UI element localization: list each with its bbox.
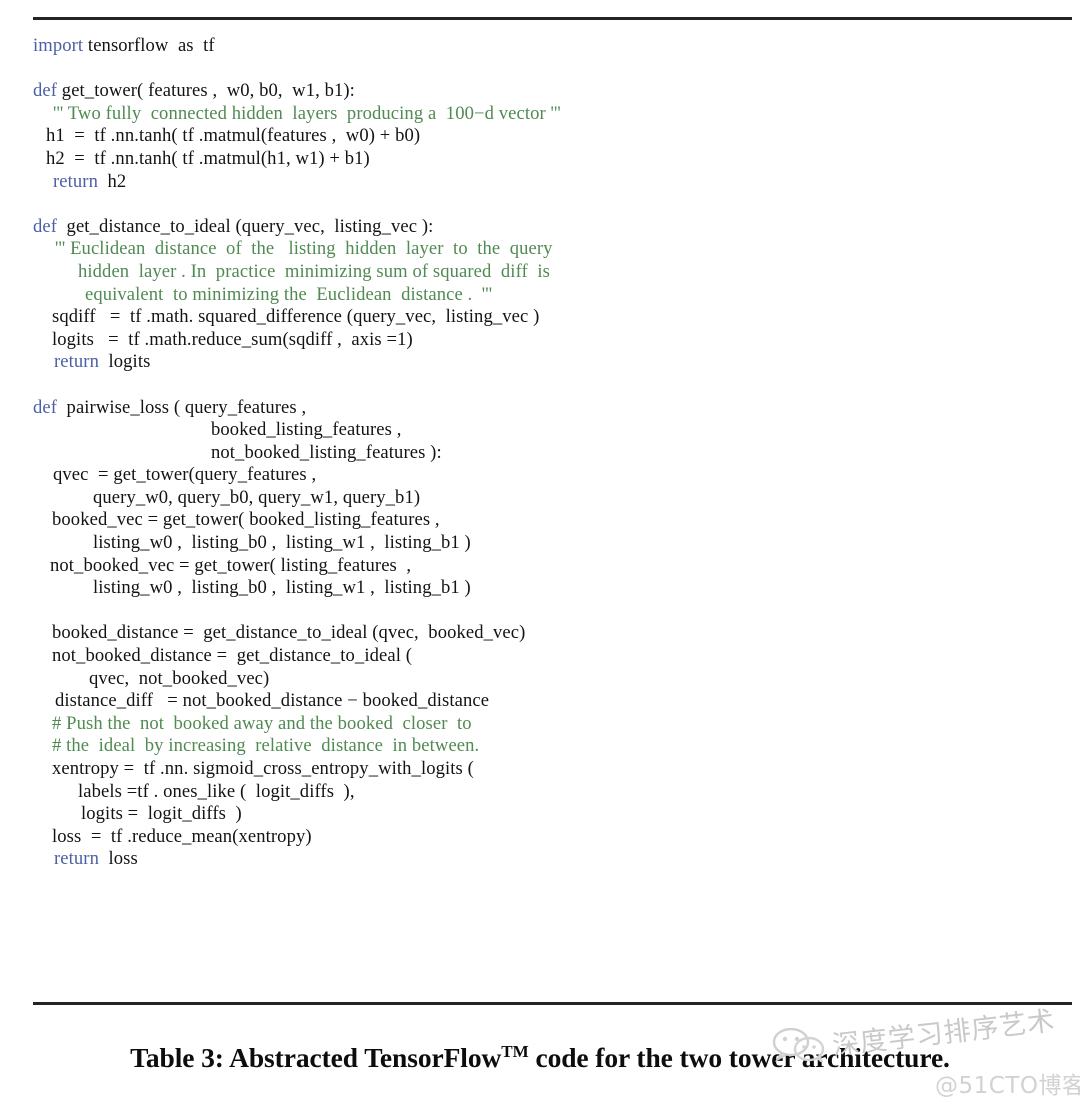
code-line: qvec = get_tower(query_features , xyxy=(33,464,1033,487)
caption-prefix: Table 3: Abstracted TensorFlow xyxy=(130,1042,502,1074)
code-token-txt: booked_vec = get_tower( booked_listing_f… xyxy=(52,509,440,531)
code-token-txt: loss = tf .reduce_mean(xentropy) xyxy=(52,825,312,847)
code-token-kw: import xyxy=(33,35,84,56)
code-line: # Push the not booked away and the booke… xyxy=(33,713,1033,736)
code-token-txt: tensorflow as tf xyxy=(83,35,215,56)
code-token-txt: pairwise_loss ( query_features , xyxy=(57,396,307,418)
code-line: h2 = tf .nn.tanh( tf .matmul(h1, w1) + b… xyxy=(33,148,1033,171)
code-line: booked_distance = get_distance_to_ideal … xyxy=(33,622,1033,645)
code-token-txt: logits = logit_diffs ) xyxy=(81,803,242,825)
code-token-txt: get_tower( features , w0, b0, w1, b1): xyxy=(57,80,355,102)
code-line: not_booked_distance = get_distance_to_id… xyxy=(33,645,1033,668)
table-top-rule xyxy=(33,17,1072,20)
code-token-txt: not_booked_vec = get_tower( listing_feat… xyxy=(50,554,412,576)
code-line: labels =tf . ones_like ( logit_diffs ), xyxy=(33,781,1033,804)
caption-suffix: code for the two tower architecture. xyxy=(528,1042,950,1074)
code-token-txt: sqdiff = tf .math. squared_difference (q… xyxy=(52,306,540,328)
code-line: xentropy = tf .nn. sigmoid_cross_entropy… xyxy=(33,758,1033,781)
code-token-txt: distance_diff = not_booked_distance − bo… xyxy=(55,690,490,712)
code-line: ''' Euclidean distance of the listing hi… xyxy=(33,238,1033,261)
code-token-kw: return xyxy=(54,848,99,870)
code-token-cmt: equivalent to minimizing the Euclidean d… xyxy=(85,283,493,305)
code-line: query_w0, query_b0, query_w1, query_b1) xyxy=(33,487,1033,510)
code-token-cmt: # Push the not booked away and the booke… xyxy=(52,712,472,734)
code-line: hidden layer . In practice minimizing su… xyxy=(33,261,1033,284)
code-token-txt: qvec = get_tower(query_features , xyxy=(53,464,317,486)
code-token-kw: def xyxy=(33,80,58,102)
code-line: sqdiff = tf .math. squared_difference (q… xyxy=(33,306,1033,329)
code-line: booked_listing_features , xyxy=(33,419,1033,442)
code-token-txt: logits xyxy=(99,351,151,373)
code-token-kw: return xyxy=(54,351,99,373)
code-line: booked_vec = get_tower( booked_listing_f… xyxy=(33,509,1033,532)
code-token-txt: h1 = tf .nn.tanh( tf .matmul(features , … xyxy=(46,125,421,147)
code-token-txt: h2 = tf .nn.tanh( tf .matmul(h1, w1) + b… xyxy=(46,147,370,169)
code-line: def get_tower( features , w0, b0, w1, b1… xyxy=(33,80,1033,103)
code-line: listing_w0 , listing_b0 , listing_w1 , l… xyxy=(33,577,1033,600)
code-listing: import tensorflow as tf def get_tower( f… xyxy=(33,35,1033,871)
code-token-txt: listing_w0 , listing_b0 , listing_w1 , l… xyxy=(93,577,471,599)
code-token-txt: not_booked_distance = get_distance_to_id… xyxy=(52,645,413,667)
code-token-txt: booked_listing_features , xyxy=(211,419,402,441)
code-line: ''' Two fully connected hidden layers pr… xyxy=(33,103,1033,126)
code-token-txt: xentropy = tf .nn. sigmoid_cross_entropy… xyxy=(52,758,474,779)
code-token-cmt: ''' Two fully connected hidden layers pr… xyxy=(53,102,561,124)
code-line: distance_diff = not_booked_distance − bo… xyxy=(33,690,1033,713)
code-line: return logits xyxy=(33,351,1033,374)
code-token-kw: def xyxy=(33,396,58,418)
code-line: logits = logit_diffs ) xyxy=(33,803,1033,826)
table-caption: Table 3: Abstracted TensorFlowTM code fo… xyxy=(0,1042,1080,1074)
code-token-txt: labels =tf . ones_like ( logit_diffs ), xyxy=(78,780,355,802)
code-token-txt: booked_distance = get_distance_to_ideal … xyxy=(52,622,526,644)
code-line: not_booked_vec = get_tower( listing_feat… xyxy=(33,555,1033,578)
code-token-cmt: # the ideal by increasing relative dista… xyxy=(52,735,480,757)
code-token-txt: loss xyxy=(99,848,138,870)
code-token-txt: qvec, not_booked_vec) xyxy=(89,667,270,689)
code-line: qvec, not_booked_vec) xyxy=(33,668,1033,691)
code-token-txt: not_booked_listing_features ): xyxy=(211,441,442,463)
code-token-txt: logits = tf .math.reduce_sum(sqdiff , ax… xyxy=(52,328,413,350)
code-line: equivalent to minimizing the Euclidean d… xyxy=(33,284,1033,307)
code-line: not_booked_listing_features ): xyxy=(33,442,1033,465)
table-figure: import tensorflow as tf def get_tower( f… xyxy=(0,0,1080,1099)
code-line: return loss xyxy=(33,848,1033,871)
code-line: import tensorflow as tf xyxy=(33,35,1033,58)
code-line: h1 = tf .nn.tanh( tf .matmul(features , … xyxy=(33,125,1033,148)
code-line: return h2 xyxy=(33,171,1033,194)
code-line: # the ideal by increasing relative dista… xyxy=(33,735,1033,758)
code-line: def pairwise_loss ( query_features , xyxy=(33,397,1033,420)
code-token-txt: listing_w0 , listing_b0 , listing_w1 , l… xyxy=(93,532,471,554)
code-token-txt: get_distance_to_ideal (query_vec, listin… xyxy=(57,215,434,237)
code-line: loss = tf .reduce_mean(xentropy) xyxy=(33,826,1033,849)
code-line: listing_w0 , listing_b0 , listing_w1 , l… xyxy=(33,532,1033,555)
code-token-txt: h2 xyxy=(98,170,127,192)
code-line: def get_distance_to_ideal (query_vec, li… xyxy=(33,216,1033,239)
code-token-kw: return xyxy=(53,170,98,192)
code-token-cmt: hidden layer . In practice minimizing su… xyxy=(78,260,550,282)
code-line: logits = tf .math.reduce_sum(sqdiff , ax… xyxy=(33,329,1033,352)
code-token-cmt: ''' Euclidean distance of the listing hi… xyxy=(55,238,553,260)
code-token-txt: query_w0, query_b0, query_w1, query_b1) xyxy=(93,486,421,508)
caption-trademark-superscript: TM xyxy=(501,1042,529,1061)
table-bottom-rule xyxy=(33,1002,1072,1005)
code-token-kw: def xyxy=(33,215,58,237)
